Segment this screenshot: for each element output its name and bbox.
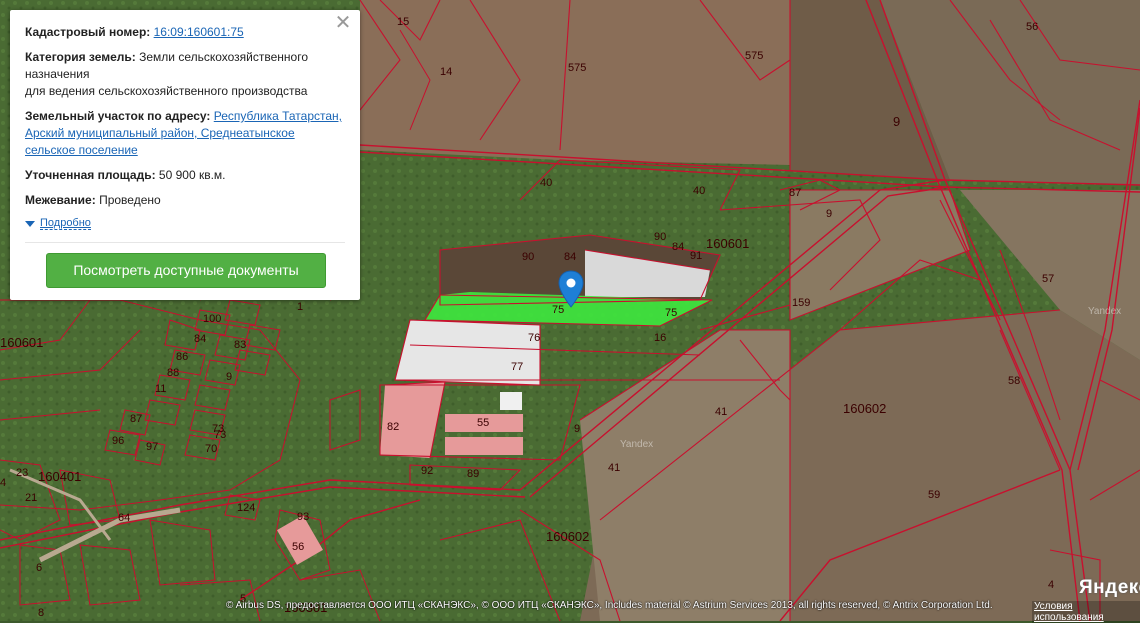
land-category-row: Категория земель: Земли сельскохозяйстве… (25, 49, 345, 100)
plot-label: 84 (564, 251, 576, 263)
plot-label: 41 (715, 406, 727, 418)
yandex-watermark: Yandex (1088, 306, 1122, 317)
plot-label: 8 (38, 607, 44, 619)
plot-label: 160401 (38, 469, 81, 484)
area-value: 50 900 кв.м. (155, 168, 226, 182)
plot-label: 160601 (0, 335, 43, 350)
triangle-down-icon (25, 220, 35, 227)
plot-label: 100 (203, 313, 221, 325)
plot-label: 160601 (706, 236, 749, 251)
plot-label: 15 (397, 16, 409, 28)
close-icon[interactable]: ✕ (334, 13, 352, 33)
plot-label: 160602 (843, 401, 886, 416)
area-label: Уточненная площадь: (25, 168, 156, 182)
plot-label: 89 (467, 468, 479, 480)
plot-info-popup: ✕ Кадастровый номер: 16:09:160601:75 Кат… (10, 10, 360, 300)
cadastral-number-row: Кадастровый номер: 16:09:160601:75 (25, 24, 345, 41)
plot-label: 55 (477, 417, 489, 429)
plot-label: 4 (0, 477, 6, 489)
plot-label: 91 (690, 250, 702, 262)
map-copyright: © Airbus DS, предоставляется ООО ИТЦ «СК… (226, 600, 993, 611)
survey-value: Проведено (95, 193, 161, 207)
plot-label: 124 (237, 502, 255, 514)
plot-label: 64 (118, 512, 130, 524)
field-area (360, 0, 790, 165)
view-documents-button[interactable]: Посмотреть доступные документы (46, 253, 326, 288)
plot-label: 90 (654, 231, 666, 243)
plot-label: 9 (893, 114, 900, 129)
terms-of-use-link[interactable]: Условия использования (1032, 601, 1140, 623)
yandex-watermark: Yandex (620, 439, 654, 450)
plot-label: 87 (789, 187, 801, 199)
plot-label: 11 (155, 383, 166, 395)
plot-label: 84 (672, 241, 684, 253)
plot-label: 58 (1008, 375, 1020, 387)
plot-label: 40 (693, 185, 705, 197)
plot-label: 40 (540, 177, 552, 189)
plot-label: 96 (112, 435, 124, 447)
plot-label: 83 (234, 339, 246, 351)
field-area (395, 320, 540, 385)
plot-label: 4 (1048, 579, 1054, 591)
plot-label: 9 (226, 371, 232, 383)
plot-label: 82 (387, 421, 399, 433)
plot-label: 84 (194, 333, 206, 345)
plot-label: 14 (440, 66, 452, 78)
plot-label: 41 (608, 462, 620, 474)
plot-label: 16 (654, 332, 666, 344)
plot-label: 76 (528, 332, 540, 344)
plot-label: 88 (167, 367, 179, 379)
land-category-label: Категория земель: (25, 50, 136, 64)
plot-label: 87 (130, 413, 142, 425)
area-row: Уточненная площадь: 50 900 кв.м. (25, 167, 345, 184)
building (445, 437, 523, 455)
plot-label: 56 (292, 541, 304, 553)
plot-label: 92 (421, 465, 433, 477)
map-pin-icon[interactable] (558, 270, 584, 308)
land-usage-value: для ведения сельскохозяйственного произв… (25, 84, 308, 98)
cadastral-number-label: Кадастровый номер: (25, 25, 151, 39)
plot-label: 159 (792, 297, 810, 309)
plot-label: 70 (205, 443, 217, 455)
plot-label: 160602 (546, 529, 589, 544)
plot-label: 86 (176, 351, 188, 363)
plot-label: 75 (665, 307, 677, 319)
survey-label: Межевание: (25, 193, 96, 207)
plot-label: 23 (16, 467, 28, 479)
plot-label: 57 (1042, 273, 1054, 285)
survey-row: Межевание: Проведено (25, 192, 345, 209)
divider (25, 242, 345, 243)
plot-label: 56 (1026, 21, 1038, 33)
plot-label: 93 (297, 511, 309, 523)
plot-label: 21 (25, 492, 37, 504)
plot-label: 575 (568, 62, 586, 74)
yandex-logo: Яндекс (1079, 577, 1140, 598)
plot-label: 59 (928, 489, 940, 501)
plot-label: 73 (212, 423, 224, 435)
building (500, 392, 522, 410)
plot-label: 9 (574, 423, 580, 435)
plot-label: 90 (522, 251, 534, 263)
details-toggle[interactable]: Подробно (25, 217, 345, 230)
plot-label: 6 (36, 562, 42, 574)
plot-label: 1 (297, 301, 303, 313)
plot-label: 77 (511, 361, 523, 373)
plot-label: 97 (146, 441, 158, 453)
plot-label: 9 (826, 208, 832, 220)
cadastral-number-link[interactable]: 16:09:160601:75 (154, 25, 244, 39)
address-label: Земельный участок по адресу: (25, 109, 211, 123)
details-link[interactable]: Подробно (40, 217, 91, 230)
address-row: Земельный участок по адресу: Республика … (25, 108, 345, 159)
plot-label: 575 (745, 50, 763, 62)
